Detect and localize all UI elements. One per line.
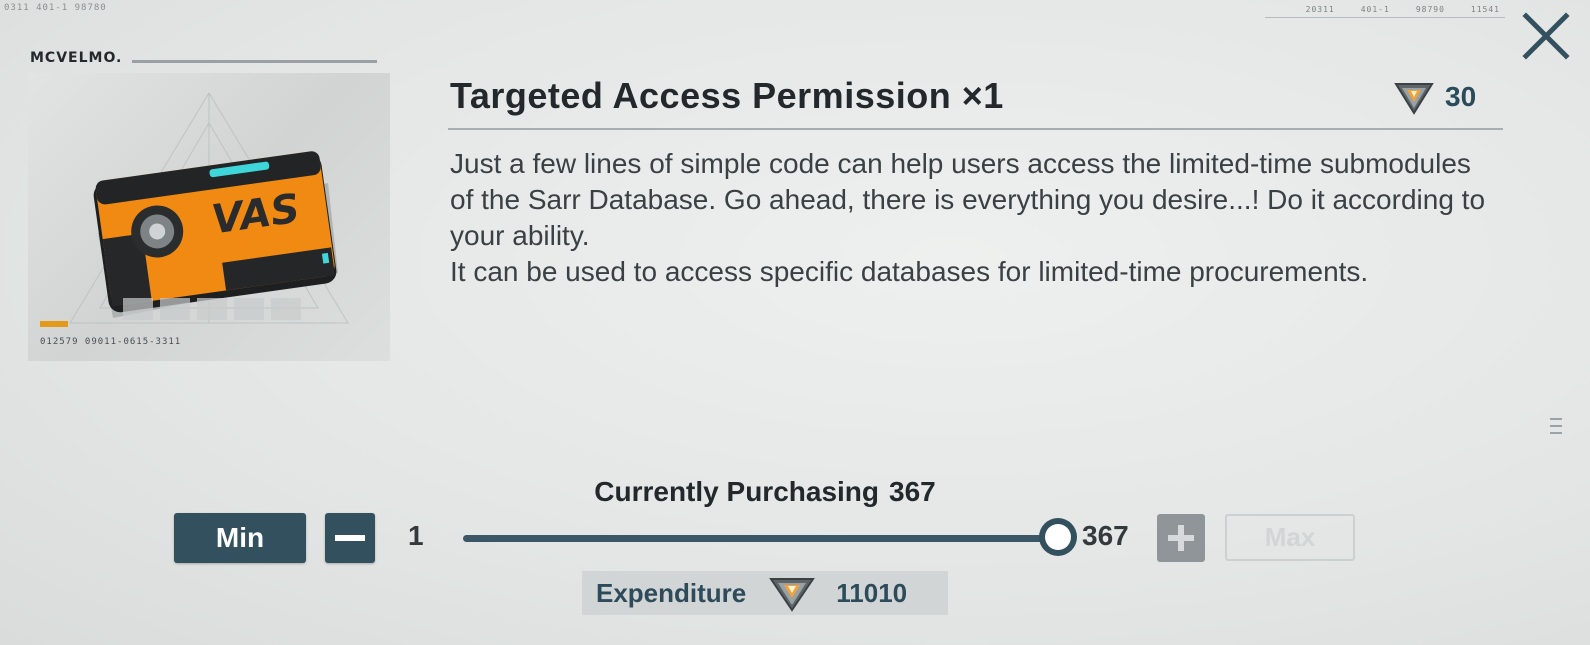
deco-code: 401-1 [1360,5,1390,14]
plus-icon [1168,525,1194,551]
increment-button[interactable] [1157,514,1205,562]
min-button[interactable]: Min [174,513,306,563]
item-illustration: VAS [69,92,349,324]
close-button[interactable] [1520,10,1572,62]
max-button[interactable]: Max [1225,514,1355,561]
diamond-currency-icon [1394,83,1434,115]
deco-line [1265,17,1505,18]
deco-side-marks [1550,418,1562,434]
price-value: 30 [1445,81,1477,112]
deco-code-top-left: 0311 401-1 98780 [4,3,107,13]
quantity-slider-thumb[interactable] [1039,518,1077,556]
image-code: 012579 09011-0615-3311 [40,337,182,347]
purchase-status: Currently Purchasing 367 [0,476,1530,508]
expenditure-label: Expenditure [596,577,747,608]
decrement-button[interactable] [325,513,375,563]
deco-code: 11541 [1470,5,1500,14]
expenditure-value: 11010 [836,577,908,608]
item-description: Just a few lines of simple code can help… [450,146,1490,290]
deco-code-top-right: 20311 401-1 98790 11541 [1306,5,1500,14]
slider-min-value: 1 [408,520,424,551]
image-accent-bar [40,321,68,327]
expenditure-box: Expenditure 11010 [582,571,948,615]
slider-max-value: 367 [1082,520,1129,551]
diamond-currency-icon [769,578,816,612]
quantity-slider-track[interactable] [463,535,1058,542]
description-paragraph: Just a few lines of simple code can help… [450,148,1486,251]
title-divider [448,128,1503,130]
deco-code: 98790 [1415,5,1445,14]
brand-logo: MCVELMO. [30,50,123,66]
brand-header: MCVELMO. [30,50,378,66]
item-title: Targeted Access Permission ×1 [450,75,1004,116]
item-image: VAS 012579 09011-0615-3311 [28,73,390,361]
close-icon [1522,12,1570,60]
slider-thumb-inner [1045,524,1071,550]
minus-icon [335,535,365,541]
item-price: 30 [1393,78,1476,116]
description-paragraph: It can be used to access specific databa… [450,256,1369,287]
purchase-label: Currently Purchasing [594,476,879,507]
purchase-quantity: 367 [889,476,936,507]
deco-code: 20311 [1305,5,1335,14]
brand-divider [132,60,378,63]
